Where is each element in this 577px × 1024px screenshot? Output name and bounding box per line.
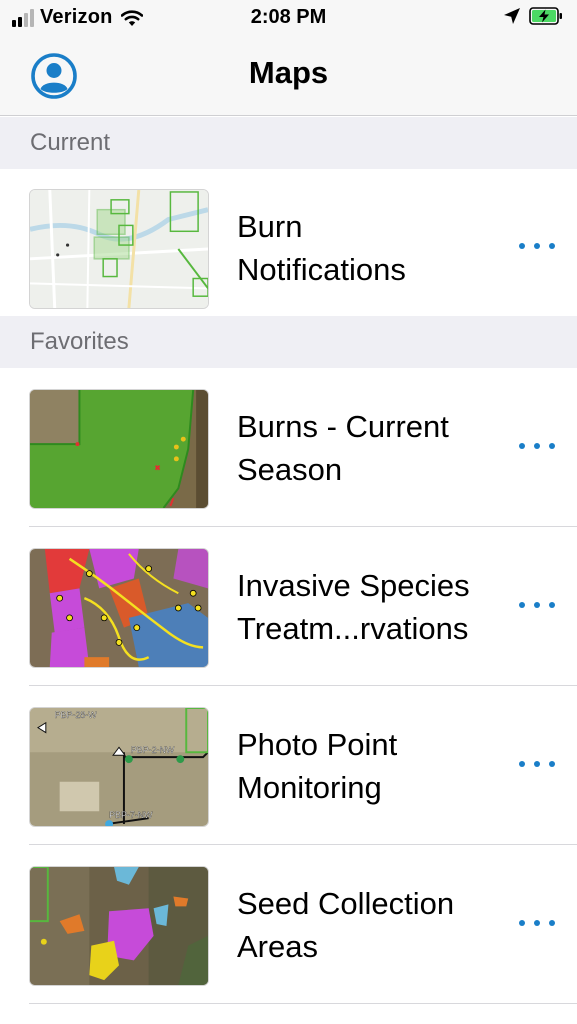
svg-text:PBP-7-NW: PBP-7-NW (109, 810, 153, 820)
location-arrow-icon (504, 8, 520, 24)
map-thumbnail (29, 189, 209, 309)
more-options-button[interactable] (519, 749, 555, 779)
row-separator (29, 526, 577, 527)
status-bar: Verizon 2:08 PM (0, 0, 577, 36)
row-separator (29, 844, 577, 845)
map-thumbnail (29, 389, 209, 509)
row-separator (29, 1003, 577, 1004)
page-title: Maps (248, 55, 329, 90)
more-options-button[interactable] (519, 231, 555, 261)
row-separator (29, 685, 577, 686)
status-right (503, 7, 563, 25)
map-title: Burn Notifications (237, 209, 406, 287)
status-time: 2:08 PM (250, 6, 327, 28)
map-title: Photo Point Monitoring (237, 727, 398, 805)
map-row-seed-collection-areas[interactable]: Seed Collection Areas (0, 846, 577, 1004)
map-thumbnail (29, 548, 209, 668)
map-title: Burns - Current Season (237, 409, 449, 487)
battery-charging-icon (529, 7, 562, 25)
more-options-button[interactable] (519, 908, 555, 938)
map-row-burns-current-season[interactable]: Burns - Current Season (0, 369, 577, 527)
more-options-button[interactable] (519, 431, 555, 461)
section-header-current: Current (0, 117, 577, 169)
map-thumbnail: PBP-28-W PBP-2-NW PBP-7-NW (29, 707, 209, 827)
map-title: Invasive Species Treatm...rvations (237, 568, 470, 646)
map-row-invasive-species[interactable]: Invasive Species Treatm...rvations (0, 528, 577, 686)
map-row-photo-point-monitoring[interactable]: PBP-28-W PBP-2-NW PBP-7-NW Photo Point M… (0, 687, 577, 845)
svg-text:PBP-28-W: PBP-28-W (55, 710, 98, 720)
map-thumbnail (29, 866, 209, 986)
map-title: Seed Collection Areas (237, 886, 455, 964)
svg-text:PBP-2-NW: PBP-2-NW (131, 745, 175, 755)
more-options-button[interactable] (519, 590, 555, 620)
nav-bar: Maps (0, 36, 577, 116)
section-header-favorites: Favorites (0, 316, 577, 368)
map-row-burn-notifications[interactable]: Burn Notifications (0, 169, 577, 327)
